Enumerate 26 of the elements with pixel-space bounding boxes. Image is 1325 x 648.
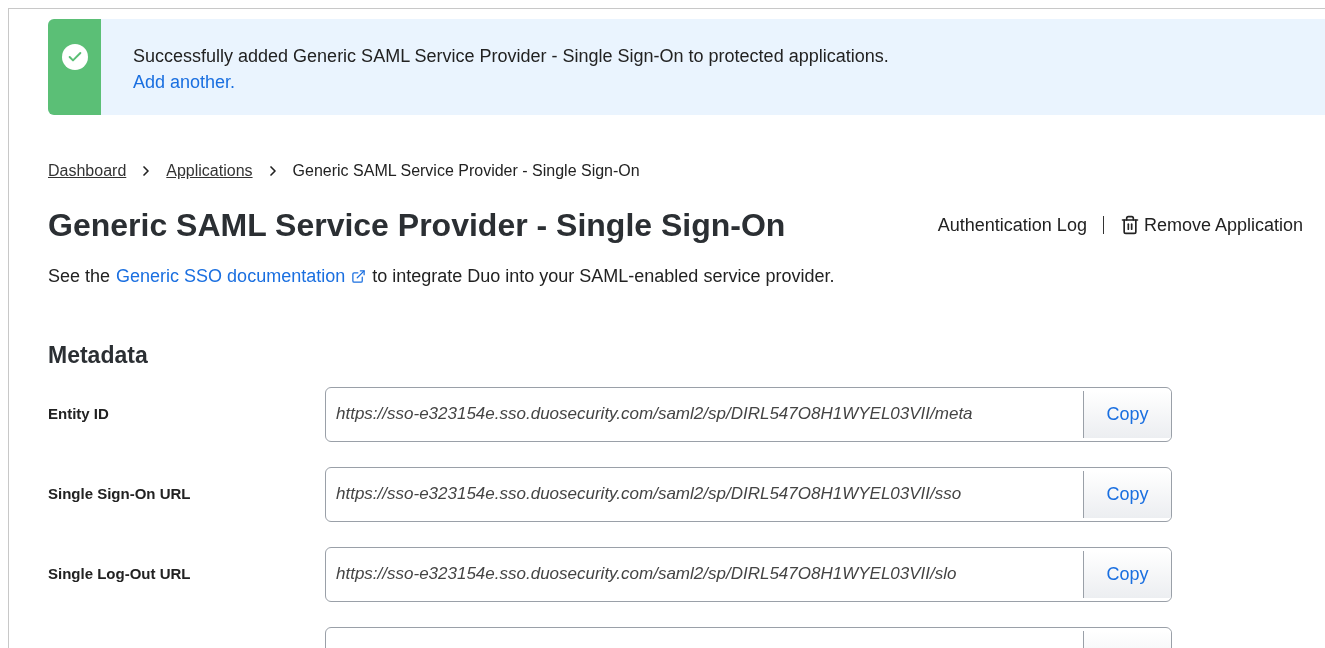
breadcrumb-current: Generic SAML Service Provider - Single Sign-On (292, 161, 640, 181)
breadcrumb-link[interactable]: Dashboard (48, 159, 127, 183)
remove-application-button[interactable]: Remove Application (1119, 211, 1303, 239)
copy-button[interactable]: Copy (1083, 470, 1171, 518)
url-value: https://sso-e323154e.sso.duosecurity.com/saml2/sp/DIRL547O8H1WYEL03VII/meta (336, 403, 973, 426)
intro-text: See the (48, 265, 111, 288)
intro-text: to integrate Duo into your SAML-enabled service provider. (372, 265, 835, 288)
url-field[interactable]: https://sso-e323154e.sso.duosecurity.com/saml2/sp/DIRL547O8H1WYEL03VII/slo Copy (325, 546, 1172, 602)
copy-button[interactable]: Copy (1083, 390, 1171, 438)
field-label: Entity ID (48, 403, 110, 424)
section-heading: Metadata (48, 341, 149, 370)
url-field[interactable]: https://sso-e323154e.sso.duosecurity.com/saml2/sp/DIRL547O8H1WYEL03VII/meta Copy (325, 386, 1172, 442)
url-value: https://sso-e323154e.sso.duosecurity.com/saml2/sp/DIRL547O8H1WYEL03VII/sso (336, 483, 962, 506)
trash-icon (1119, 215, 1140, 235)
add-another-link[interactable]: Add another. (133, 72, 236, 92)
url-value: https://sso-e323154e.sso.duosecurity.com/saml2/sp/DIRL547O8H1WYEL03VII/slo (336, 563, 957, 586)
page-title: Generic SAML Service Provider - Single Sign-On (48, 206, 786, 245)
copy-button[interactable]: Copy (1083, 550, 1171, 598)
documentation-link[interactable]: Generic SSO documentation (116, 263, 346, 290)
field-label: Single Sign-On URL (48, 483, 192, 504)
external-link-icon (351, 269, 367, 284)
field-label: Single Log-Out URL (48, 563, 192, 584)
authentication-log-link[interactable]: Authentication Log (937, 211, 1087, 239)
banner-message: Successfully added Generic SAML Service Provider - Single Sign-On to protected applications. (133, 45, 889, 68)
breadcrumb-link[interactable]: Applications (166, 159, 253, 183)
url-field[interactable]: https://sso-e323154e.sso.duosecurity.com/saml2/sp/DIRL547O8H1WYEL03VII/sso Copy (325, 466, 1172, 522)
